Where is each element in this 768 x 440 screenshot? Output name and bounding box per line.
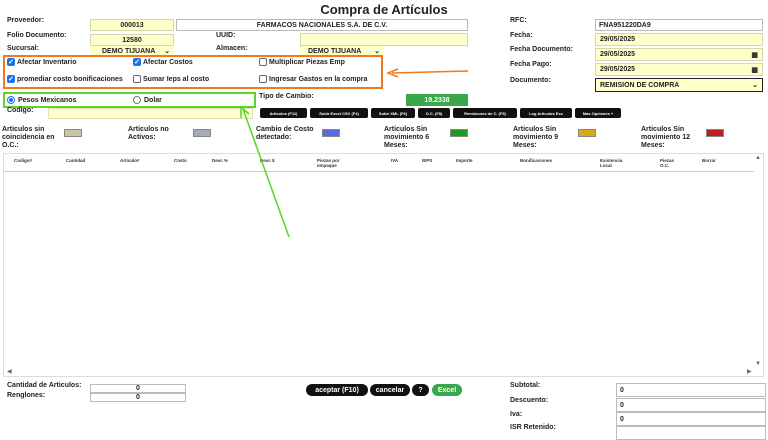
- isr-field: [616, 426, 766, 440]
- annotation-arrows: [240, 68, 469, 238]
- subtotal-label: Subtotal:: [510, 382, 541, 389]
- orange-arrow: [391, 70, 469, 74]
- subtotal-field: 0: [616, 383, 766, 397]
- descuento-label: Descuento:: [510, 397, 549, 404]
- help-button[interactable]: ?: [412, 384, 429, 396]
- iva-field: 0: [616, 412, 766, 426]
- renglones-field: 0: [90, 393, 186, 402]
- cancelar-button[interactable]: cancelar: [370, 384, 410, 396]
- green-arrow: [242, 108, 290, 238]
- iva-label: Iva:: [510, 411, 523, 418]
- renglones-label: Renglones:: [7, 392, 46, 399]
- cantidad-label: Cantidad de Articulos:: [7, 382, 82, 389]
- excel-button[interactable]: Excel: [432, 384, 462, 396]
- cantidad-field: 0: [90, 384, 186, 393]
- aceptar-button[interactable]: aceptar (F10): [306, 384, 368, 396]
- descuento-field: 0: [616, 398, 766, 412]
